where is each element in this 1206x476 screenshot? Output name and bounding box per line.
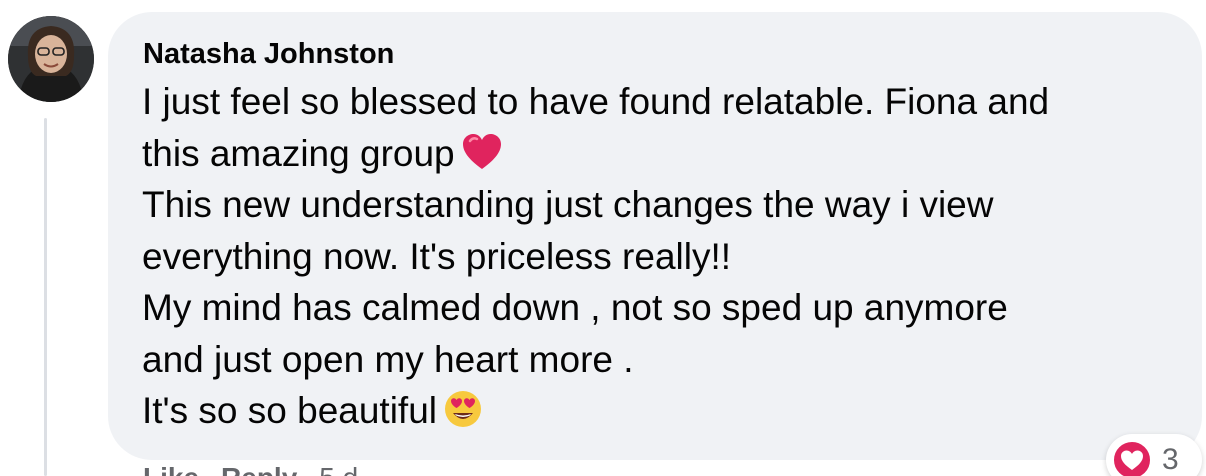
- heart-eyes-emoji-icon: [443, 389, 483, 443]
- comment-line: My mind has calmed down , not so sped up…: [142, 287, 1008, 328]
- comment-text: I just feel so blessed to have found rel…: [142, 76, 1182, 437]
- comment-timestamp[interactable]: 5 d: [319, 462, 358, 476]
- user-avatar-photo-icon: [8, 16, 94, 102]
- comment-actions: Like Reply 5 d: [143, 462, 380, 476]
- comment-line: It's so so beautiful: [142, 385, 1182, 437]
- love-reaction-icon: [1112, 440, 1152, 476]
- comment-line: everything now. It's priceless really!!: [142, 235, 732, 277]
- comment-line: I just feel so blessed to have found rel…: [142, 81, 1050, 122]
- comment-line: and just open my heart more .: [142, 338, 634, 380]
- avatar[interactable]: [8, 16, 94, 102]
- reaction-summary[interactable]: 3: [1106, 434, 1202, 476]
- reaction-count: 3: [1162, 443, 1179, 476]
- comment-line: This new understanding just changes the …: [142, 184, 994, 225]
- thread-line: [44, 118, 47, 476]
- comment-author[interactable]: Natasha Johnston: [143, 36, 394, 72]
- red-heart-emoji-icon: [461, 132, 503, 186]
- comment-line: this amazing group: [142, 128, 1182, 180]
- reply-button[interactable]: Reply: [221, 462, 297, 476]
- like-button[interactable]: Like: [143, 462, 199, 476]
